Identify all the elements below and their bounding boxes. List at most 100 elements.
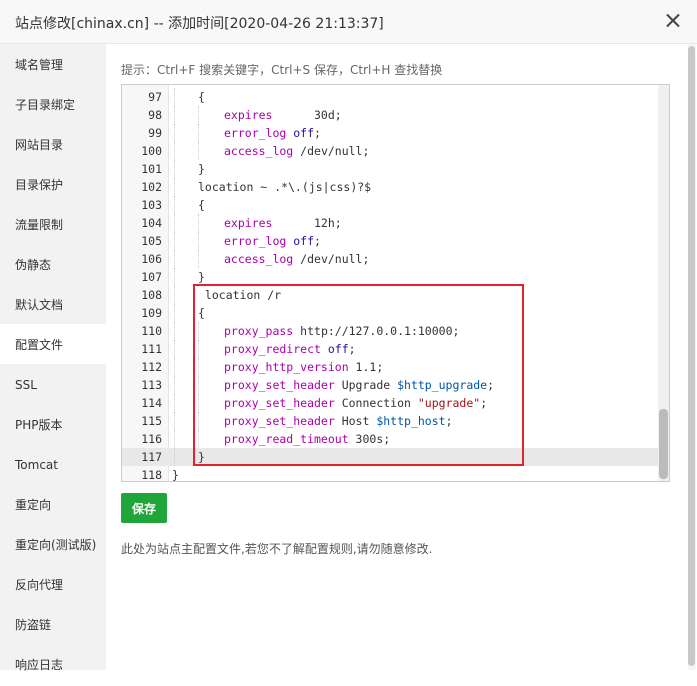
line-number: 104: [141, 216, 162, 230]
indent-guide: [174, 340, 175, 358]
code-token: off: [327, 342, 349, 356]
sidebar-item[interactable]: 配置文件: [0, 324, 106, 364]
sidebar-item[interactable]: 重定向(测试版): [0, 524, 106, 564]
code-token: off: [293, 126, 315, 140]
sidebar-item[interactable]: 子目录绑定: [0, 84, 106, 124]
indent-guide: [174, 412, 175, 430]
line-number: 115: [141, 414, 162, 428]
code-token: }: [198, 270, 205, 284]
sidebar-item[interactable]: 默认文档: [0, 284, 106, 324]
code-text: }: [198, 268, 205, 286]
code-token: error_log: [224, 234, 287, 248]
indent-guide: [174, 268, 175, 286]
code-line[interactable]: 115 proxy_set_header Host $http_host;: [122, 412, 660, 430]
sidebar-item[interactable]: 流量限制: [0, 204, 106, 244]
editor-scrollbar[interactable]: [658, 85, 669, 481]
code-text: }: [198, 160, 205, 178]
code-line[interactable]: 112 proxy_http_version 1.1;: [122, 358, 660, 376]
code-text: proxy_http_version 1.1;: [224, 358, 383, 376]
sidebar-item[interactable]: 反向代理: [0, 564, 106, 604]
code-text: {: [198, 196, 205, 214]
sidebar-item[interactable]: SSL: [0, 364, 106, 404]
code-token: proxy_http_version: [224, 360, 349, 374]
code-line[interactable]: 105 error_log off;: [122, 232, 660, 250]
line-number: 113: [141, 378, 162, 392]
sidebar-item[interactable]: PHP版本: [0, 404, 106, 444]
line-number: 118: [141, 468, 162, 482]
code-token: ;: [480, 396, 488, 410]
indent-guide: [174, 214, 175, 232]
sidebar-item[interactable]: 网站目录: [0, 124, 106, 164]
code-token: ;: [314, 234, 321, 248]
indent-guide: [174, 376, 175, 394]
code-token: }: [198, 450, 205, 464]
code-text: proxy_redirect off;: [224, 340, 356, 358]
code-line[interactable]: 98 expires 30d;: [122, 106, 660, 124]
code-line[interactable]: 104 expires 12h;: [122, 214, 660, 232]
indent-guide: [174, 142, 175, 160]
code-token: expires: [224, 108, 273, 122]
code-token: proxy_pass: [224, 324, 294, 338]
line-number: 107: [141, 270, 162, 284]
dialog-scrollbar-thumb[interactable]: [688, 46, 695, 666]
dialog-title-bar: 站点修改[chinax.cn] -- 添加时间[2020-04-26 21:13…: [0, 0, 697, 44]
code-line[interactable]: 114 proxy_set_header Connection "upgrade"…: [122, 394, 660, 412]
code-line[interactable]: 97 {: [122, 88, 660, 106]
code-line[interactable]: 100 access_log /dev/null;: [122, 142, 660, 160]
code-token: error_log: [224, 126, 287, 140]
line-number: 116: [141, 432, 162, 446]
line-number: 109: [141, 306, 162, 320]
dialog-scrollbar[interactable]: [688, 44, 696, 670]
config-code-editor[interactable]: 97 {98 expires 30d; 99 error_log off; 100 acce…: [121, 84, 670, 482]
code-token: }: [172, 468, 179, 482]
line-number: 105: [141, 234, 162, 248]
sidebar-item[interactable]: 域名管理: [0, 44, 106, 84]
code-token: access_log: [224, 252, 294, 266]
indent-guide: [174, 394, 175, 412]
sidebar-item[interactable]: 伪静态: [0, 244, 106, 284]
code-line[interactable]: 102 location ~ .*\.(js|css)?$: [122, 178, 660, 196]
editor-scrollbar-thumb[interactable]: [659, 409, 668, 479]
code-token: }: [198, 162, 205, 176]
code-line[interactable]: 101}: [122, 160, 660, 178]
indent-guide: [174, 178, 175, 196]
indent-guide: [198, 106, 199, 124]
code-text: }: [172, 466, 179, 482]
code-token: proxy_set_header: [224, 378, 335, 392]
code-line[interactable]: 110 proxy_pass http://127.0.0.1:10000;: [122, 322, 660, 340]
indent-guide: [174, 106, 175, 124]
code-line[interactable]: 106 access_log /dev/null;: [122, 250, 660, 268]
sidebar-item[interactable]: 目录保护: [0, 164, 106, 204]
code-line[interactable]: 99 error_log off;: [122, 124, 660, 142]
code-line[interactable]: 118}: [122, 466, 660, 482]
code-line[interactable]: 116 proxy_read_timeout 300s;: [122, 430, 660, 448]
sidebar-nav: 域名管理 子目录绑定 网站目录 目录保护 流量限制 伪静态 默认文档 配置文件 SSL PHP版本…: [0, 44, 106, 672]
code-token: proxy_set_header: [224, 414, 335, 428]
code-line[interactable]: 109 {: [122, 304, 660, 322]
code-token: access_log: [224, 144, 294, 158]
sidebar-item[interactable]: 重定向: [0, 484, 106, 524]
indent-guide: [198, 358, 199, 376]
code-line[interactable]: 108 location /r: [122, 286, 660, 304]
code-line[interactable]: 113 proxy_set_header Upgrade $http_upgrad…: [122, 376, 660, 394]
indent-guide: [198, 250, 199, 268]
sidebar-item[interactable]: Tomcat: [0, 444, 106, 484]
code-line[interactable]: 111 proxy_redirect off;: [122, 340, 660, 358]
code-line[interactable]: 107}: [122, 268, 660, 286]
save-button[interactable]: 保存: [121, 493, 167, 523]
code-token: ;: [487, 378, 495, 392]
line-number: 117: [141, 450, 162, 464]
code-line[interactable]: 117}: [122, 448, 660, 466]
code-text: access_log /dev/null;: [224, 250, 369, 268]
code-token: location ~ .*\.(js|css)?$: [198, 180, 372, 194]
line-number: 98: [148, 108, 162, 122]
indent-guide: [198, 394, 199, 412]
code-token: ;: [314, 126, 321, 140]
sidebar-item[interactable]: 响应日志: [0, 644, 106, 684]
sidebar-item[interactable]: 防盗链: [0, 604, 106, 644]
config-note: 此处为站点主配置文件,若您不了解配置规则,请勿随意修改.: [121, 542, 433, 556]
indent-guide: [198, 232, 199, 250]
indent-guide: [174, 160, 175, 178]
close-icon[interactable]: [665, 12, 681, 28]
code-line[interactable]: 103 {: [122, 196, 660, 214]
